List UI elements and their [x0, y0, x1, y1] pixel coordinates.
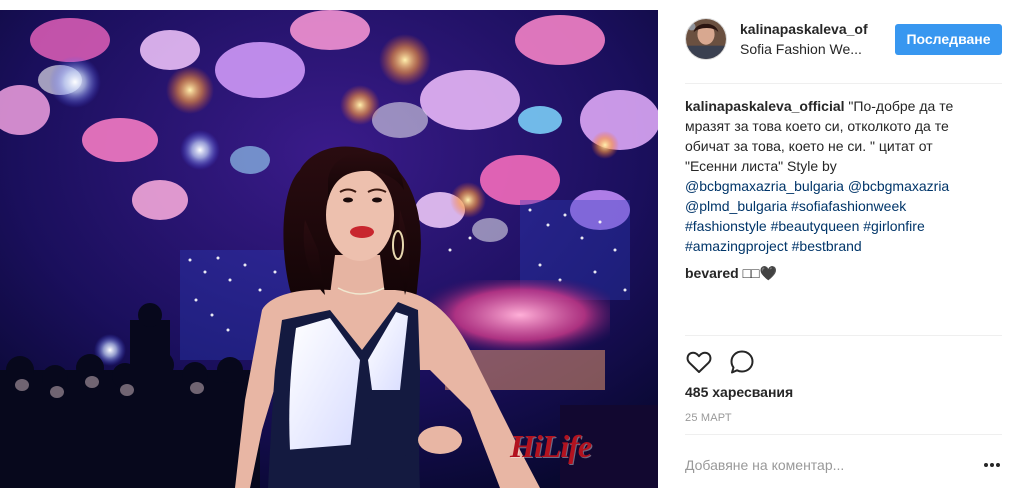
event-photo: [0, 10, 658, 488]
mention-link[interactable]: @bcbgmaxazria_bulgaria: [685, 178, 844, 194]
more-options-icon[interactable]: [982, 458, 1002, 472]
avatar[interactable]: [685, 18, 727, 60]
caption-text-line: "Есенни листа" Style by: [685, 158, 837, 174]
post-caption: kalinapaskaleva_official "По-добре да те…: [685, 96, 990, 256]
watermark-logo: HiLife: [510, 428, 592, 464]
hashtag-link[interactable]: #amazingproject: [685, 238, 788, 254]
hashtag-link[interactable]: #beautyqueen: [771, 218, 860, 234]
hashtag-link[interactable]: #fashionstyle: [685, 218, 767, 234]
follow-button[interactable]: Последване: [895, 24, 1002, 55]
caption-author[interactable]: kalinapaskaleva_official: [685, 98, 845, 114]
caption-text-line: обичат за това, което не си. " цитат от: [685, 138, 933, 154]
comment-author[interactable]: bevared: [685, 265, 739, 281]
caption-text: "По-добре да те: [844, 98, 954, 114]
post-author-username[interactable]: kalinapaskaleva_of: [740, 21, 868, 37]
divider: [685, 335, 1002, 336]
hashtag-link[interactable]: #bestbrand: [792, 238, 862, 254]
divider: [685, 83, 1002, 84]
post-image[interactable]: HiLife: [0, 10, 658, 488]
likes-count[interactable]: 485 харесвания: [685, 384, 793, 400]
heart-icon[interactable]: [685, 348, 713, 376]
hashtag-link[interactable]: #girlonfire: [863, 218, 924, 234]
post-sidebar: kalinapaskaleva_of Sofia Fashion We... П…: [685, 0, 1002, 497]
mention-link[interactable]: @plmd_bulgaria: [685, 198, 787, 214]
comment-item: bevared □□🖤: [685, 263, 777, 283]
post-location[interactable]: Sofia Fashion We...: [740, 41, 862, 57]
add-comment-input[interactable]: Добавяне на коментар...: [685, 455, 965, 475]
caption-text-line: мразят за това което си, отколкото да те: [685, 118, 949, 134]
mention-link[interactable]: @bcbgmaxazria: [848, 178, 949, 194]
comment-text: □□🖤: [742, 265, 777, 281]
divider: [685, 434, 1002, 435]
post-date[interactable]: 25 МАРТ: [685, 412, 732, 424]
comment-icon[interactable]: [728, 348, 756, 376]
hashtag-link[interactable]: #sofiafashionweek: [791, 198, 906, 214]
post-header: kalinapaskaleva_of Sofia Fashion We... П…: [685, 16, 1002, 66]
